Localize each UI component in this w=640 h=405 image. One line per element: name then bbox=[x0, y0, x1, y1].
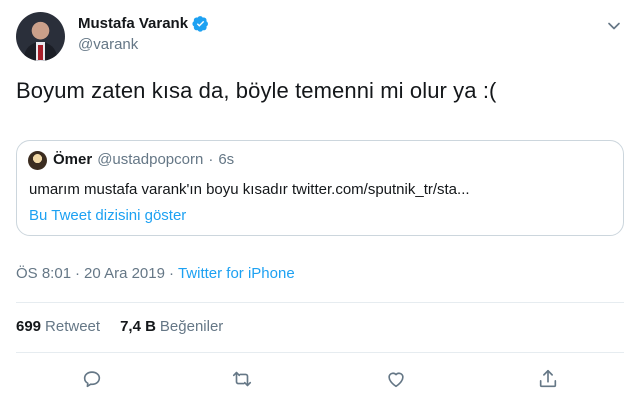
retweet-count[interactable]: 699 Retweet bbox=[16, 318, 100, 335]
like-button[interactable] bbox=[383, 366, 409, 392]
share-button[interactable] bbox=[535, 366, 561, 392]
avatar-tie bbox=[38, 45, 43, 60]
tweet-date[interactable]: 20 Ara 2019 bbox=[84, 265, 165, 282]
quoted-name: Ömer bbox=[53, 151, 93, 168]
divider bbox=[16, 352, 624, 353]
quoted-header: Ömer @ustadpopcorn · 6s bbox=[53, 151, 234, 168]
tweet-source[interactable]: Twitter for iPhone bbox=[178, 265, 295, 282]
quoted-avatar bbox=[28, 151, 47, 170]
author-name[interactable]: Mustafa Varank bbox=[78, 15, 188, 32]
author-avatar[interactable] bbox=[16, 12, 65, 61]
share-icon bbox=[539, 369, 557, 388]
like-count-value: 7,4 B bbox=[120, 318, 156, 335]
quoted-time: 6s bbox=[218, 151, 235, 168]
tweet-text: Boyum zaten kısa da, böyle temenni mi ol… bbox=[16, 78, 497, 103]
meta-separator: · bbox=[168, 265, 174, 282]
quoted-tweet[interactable]: Ömer @ustadpopcorn · 6s umarım mustafa v… bbox=[16, 140, 624, 236]
tweet-meta: ÖS 8:01 · 20 Ara 2019 · Twitter for iPho… bbox=[16, 265, 295, 282]
verified-badge-icon bbox=[192, 16, 208, 32]
chevron-down-icon[interactable] bbox=[604, 16, 624, 36]
heart-icon bbox=[388, 372, 404, 388]
retweet-count-label: Retweet bbox=[45, 318, 101, 335]
action-bar bbox=[0, 366, 640, 396]
divider bbox=[16, 302, 624, 303]
quoted-handle: @ustadpopcorn bbox=[97, 151, 204, 168]
retweet-icon bbox=[232, 371, 252, 387]
retweet-button[interactable] bbox=[229, 366, 255, 392]
meta-separator: · bbox=[75, 265, 81, 282]
retweet-count-value: 699 bbox=[16, 318, 42, 335]
quoted-text: umarım mustafa varank'ın boyu kısadır tw… bbox=[29, 181, 470, 198]
quoted-separator: · bbox=[208, 151, 214, 168]
like-count[interactable]: 7,4 B Beğeniler bbox=[120, 318, 223, 335]
tweet-card: Mustafa Varank @varank Boyum zaten kısa … bbox=[0, 0, 640, 405]
reply-button[interactable] bbox=[79, 366, 105, 392]
like-count-label: Beğeniler bbox=[159, 318, 224, 335]
tweet-stats: 699 Retweet 7,4 B Beğeniler bbox=[16, 318, 223, 335]
show-thread-link[interactable]: Bu Tweet dizisini göster bbox=[29, 207, 186, 224]
author-handle[interactable]: @varank bbox=[78, 36, 138, 53]
author-name-row: Mustafa Varank bbox=[78, 15, 209, 32]
tweet-time[interactable]: ÖS 8:01 bbox=[16, 265, 71, 282]
reply-icon bbox=[83, 371, 101, 388]
